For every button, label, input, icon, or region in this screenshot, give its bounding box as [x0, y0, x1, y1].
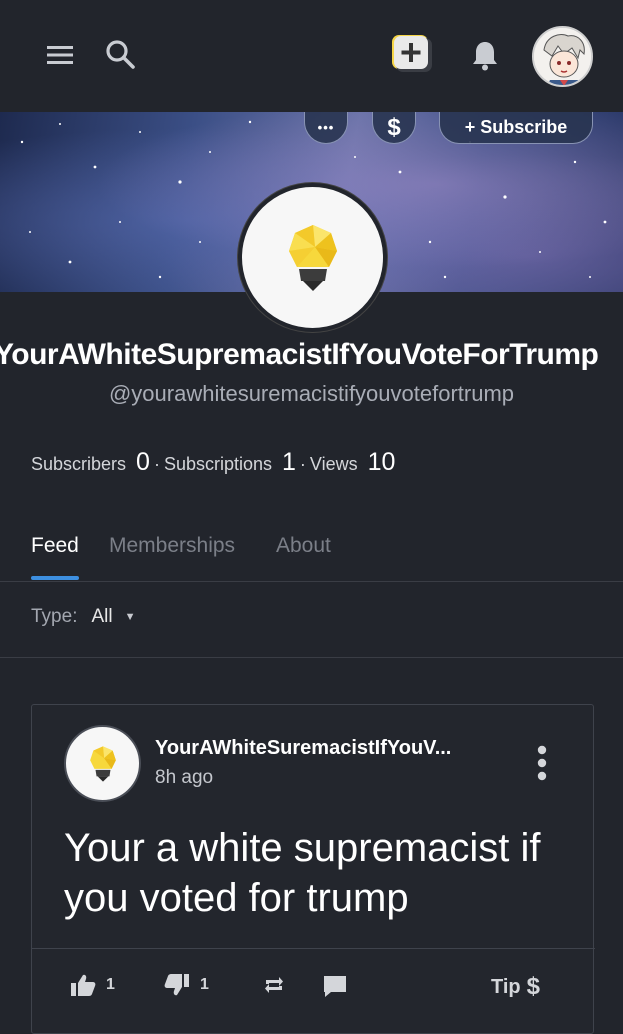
post-actions: 1 1 Tip $: [32, 967, 595, 1007]
channel-name: YourAWhiteSupremacistIfYouVoteForTrump: [0, 338, 599, 371]
tip-dollar-icon: $: [387, 113, 401, 141]
more-options-label: •••: [317, 120, 335, 135]
post-timestamp: 8h ago: [155, 767, 214, 788]
comment-button[interactable]: [322, 973, 348, 999]
dislike-count: 1: [200, 976, 209, 993]
type-filter-label: Type:: [31, 606, 78, 627]
post-author-avatar[interactable]: [64, 725, 141, 802]
channel-tabs: Feed Memberships About: [0, 520, 623, 582]
tab-feed[interactable]: Feed: [31, 534, 79, 558]
type-filter[interactable]: Type: All ▼: [31, 606, 136, 628]
like-count: 1: [106, 976, 115, 993]
channel-avatar: [238, 183, 387, 332]
comment-icon: [324, 976, 346, 997]
post-divider: [32, 948, 595, 949]
bell-icon[interactable]: [466, 36, 504, 74]
caret-down-icon: ▼: [124, 611, 136, 623]
dislike-button[interactable]: 1: [164, 973, 209, 997]
tab-about[interactable]: About: [276, 534, 331, 558]
subscribe-button[interactable]: + Subscribe: [439, 112, 593, 144]
active-tab-indicator: [31, 576, 79, 580]
stats-separator: ·: [299, 454, 306, 474]
lightbulb-icon: [89, 745, 116, 782]
subscribe-label: + Subscribe: [464, 117, 568, 137]
channel-handle: @yourawhitesuremacistifyouvotefortrump: [108, 381, 515, 406]
like-button[interactable]: 1: [70, 973, 115, 997]
top-bar: [0, 0, 623, 112]
post-card: YourAWhiteSuremacistIfYouV... 8h ago You…: [31, 704, 595, 1034]
subscribers-count: 0: [136, 448, 150, 476]
subscribers-label: Subscribers: [31, 454, 127, 474]
repost-button[interactable]: [262, 973, 286, 997]
add-post-icon[interactable]: [389, 33, 435, 75]
post-more-icon[interactable]: [530, 743, 554, 783]
repost-icon: [265, 977, 283, 993]
thumbs-down-icon: [164, 974, 189, 996]
thumbs-up-icon: [71, 974, 96, 996]
type-filter-value: All: [91, 606, 113, 627]
views-count: 10: [367, 448, 396, 476]
post-text: Your a white supremacist if you voted fo…: [64, 826, 541, 920]
subscriptions-count: 1: [282, 448, 296, 476]
stats-separator: ·: [153, 454, 160, 474]
post-tip-button[interactable]: Tip $: [491, 973, 540, 1001]
subscriptions-label: Subscriptions: [163, 454, 273, 474]
post-tip-label: Tip: [491, 975, 521, 998]
user-avatar[interactable]: [532, 26, 593, 87]
post-author-name[interactable]: YourAWhiteSuremacistIfYouV...: [155, 737, 451, 760]
divider: [0, 657, 623, 658]
views-label: Views: [309, 454, 358, 474]
lightbulb-icon: [288, 224, 337, 291]
channel-stats: Subscribers 0 · Subscriptions 1 · Views …: [31, 448, 395, 482]
menu-icon[interactable]: [42, 38, 78, 72]
dollar-icon: $: [526, 973, 540, 1000]
tab-memberships[interactable]: Memberships: [109, 534, 235, 558]
search-icon[interactable]: [102, 36, 138, 72]
